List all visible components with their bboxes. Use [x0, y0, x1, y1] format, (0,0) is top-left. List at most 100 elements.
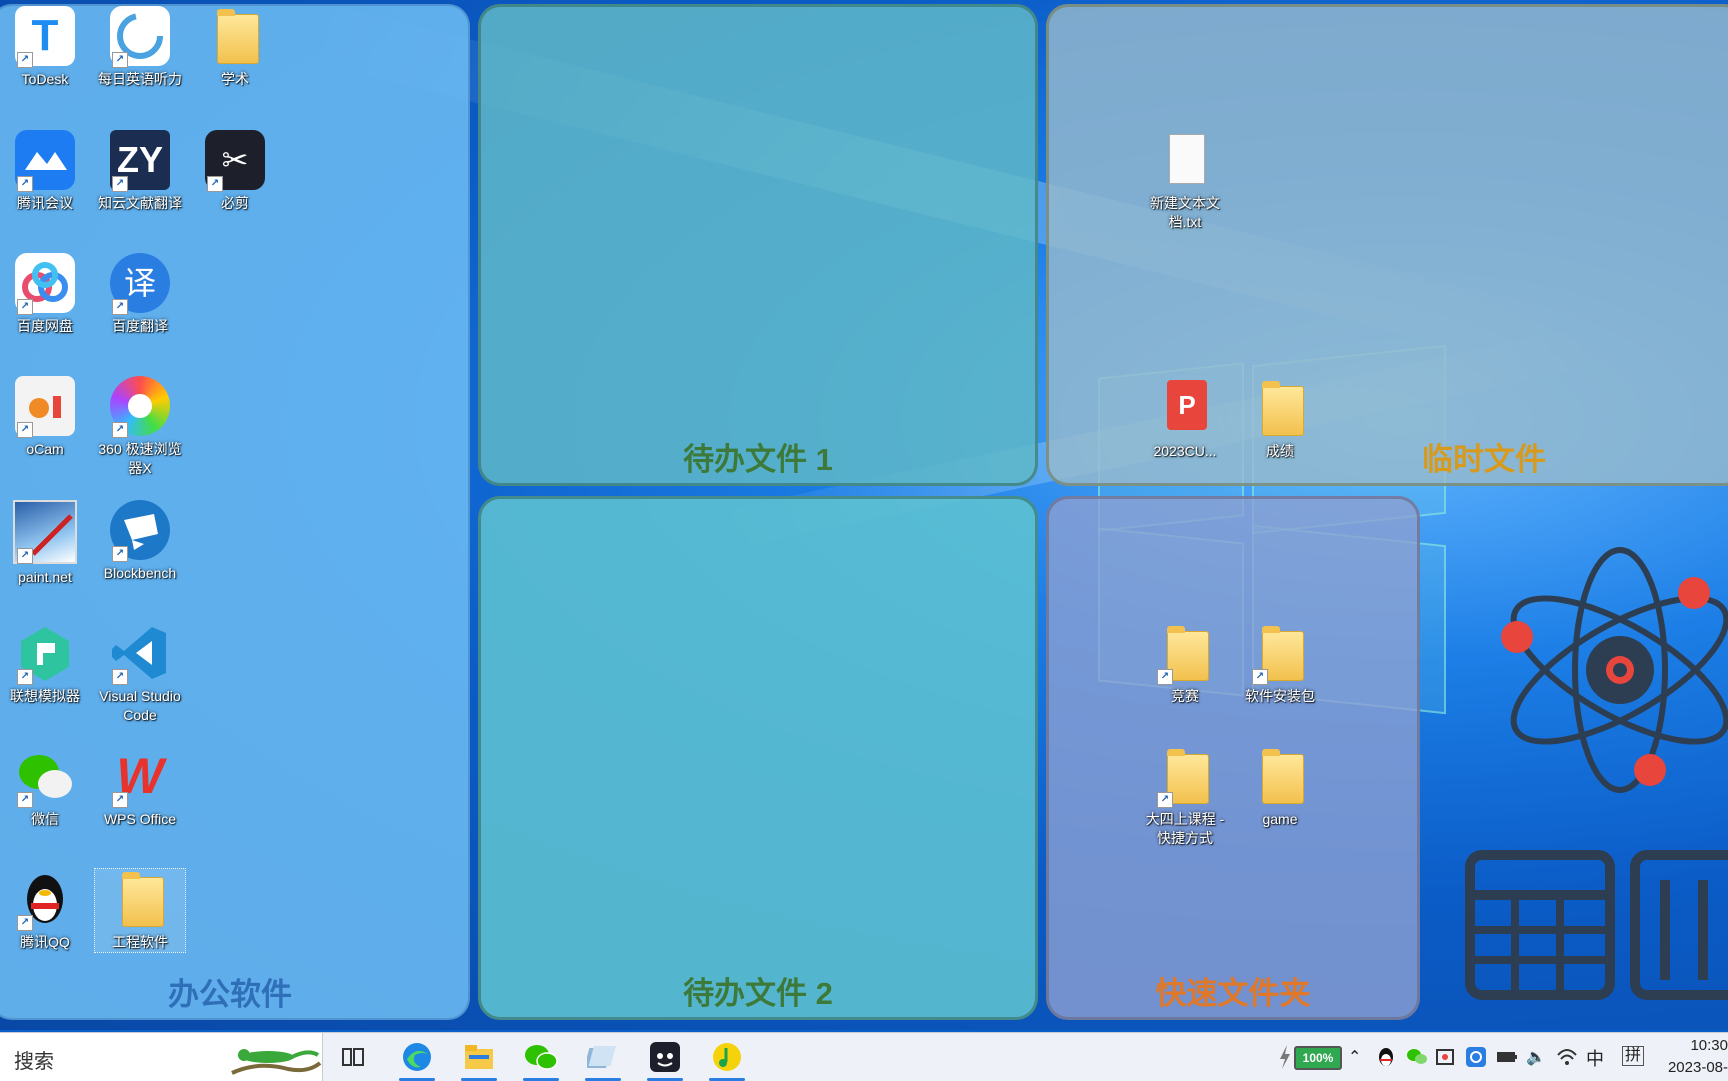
lenovo-emulator-label: 联想模拟器: [10, 688, 80, 704]
game-folder-icon: [1250, 746, 1310, 806]
taskbar-bijian-button[interactable]: [642, 1039, 688, 1081]
browser-360-icon: ↗: [110, 376, 170, 438]
fence-todo1[interactable]: 待办文件 1: [478, 4, 1038, 486]
ime-mode-indicator[interactable]: 拼: [1622, 1046, 1645, 1066]
shortcut-arrow-icon: ↗: [207, 176, 223, 192]
folder-icon: [1167, 749, 1209, 804]
browser-360-shortcut[interactable]: ↗ 360 极速浏览器X: [95, 376, 185, 478]
battery-indicator[interactable]: 100%: [1294, 1046, 1342, 1070]
browser-360-label: 360 极速浏览器X: [98, 441, 182, 476]
wps-shortcut[interactable]: W ↗ WPS Office: [95, 746, 185, 829]
shortcut-arrow-icon: ↗: [17, 422, 33, 438]
bijian-icon: [650, 1042, 680, 1072]
grades-folder-icon: [1250, 378, 1310, 438]
lenovo-emulator-icon: ↗: [15, 623, 75, 685]
charging-icon: [1280, 1045, 1290, 1069]
ocam-icon: ↗: [15, 376, 75, 438]
fence-title-todo1: 待办文件 1: [683, 442, 833, 477]
software-package-shortcut[interactable]: ↗ 软件安装包: [1235, 623, 1325, 706]
wechat-icon: [525, 1045, 558, 1070]
tencent-meeting-shortcut[interactable]: ↗ 腾讯会议: [0, 130, 90, 213]
academic-folder-label: 学术: [221, 71, 249, 87]
table-icon-decoration: [1465, 850, 1615, 1000]
task-view-icon: [342, 1048, 364, 1066]
fence-title-quick: 快速文件夹: [1155, 976, 1311, 1011]
software-package-icon: ↗: [1250, 623, 1310, 685]
vscode-label: Visual Studio Code: [99, 688, 181, 723]
fence-todo2[interactable]: 待办文件 2: [478, 496, 1038, 1020]
fence-quick[interactable]: 快速文件夹: [1046, 496, 1420, 1020]
bijian-label: 必剪: [221, 195, 249, 211]
shortcut-arrow-icon: ↗: [112, 176, 128, 192]
screenshot-tray-icon[interactable]: [1436, 1047, 1456, 1067]
baidu-pan-icon: ↗: [15, 253, 75, 315]
shortcut-arrow-icon: ↗: [112, 52, 128, 68]
ocam-label: oCam: [26, 441, 64, 457]
lenovo-emulator-shortcut[interactable]: ↗ 联想模拟器: [0, 623, 90, 706]
taskbar-edge-button[interactable]: [394, 1039, 440, 1081]
wechat-icon: ↗: [15, 746, 75, 808]
battery-percent: 100%: [1302, 1051, 1334, 1065]
wifi-icon[interactable]: [1556, 1047, 1578, 1067]
taskbar-notepad-button[interactable]: [580, 1039, 626, 1081]
shortcut-arrow-icon: ↗: [17, 548, 33, 564]
pdf-2023-file[interactable]: P 2023CU...: [1140, 378, 1230, 461]
game-folder-label: game: [1262, 811, 1298, 827]
baidu-fanyi-icon: 译 ↗: [110, 253, 170, 315]
wechat-tray-icon[interactable]: [1406, 1047, 1428, 1067]
academic-folder-icon: [205, 6, 265, 66]
todesk-shortcut[interactable]: T ↗ ToDesk: [0, 6, 90, 89]
baidu-pan-shortcut[interactable]: ↗ 百度网盘: [0, 253, 90, 336]
clock-time: 10:30: [1690, 1037, 1728, 1054]
shortcut-arrow-icon: ↗: [1157, 792, 1173, 808]
taskbar-explorer-button[interactable]: [456, 1039, 502, 1081]
show-hidden-icons-button[interactable]: ⌃: [1348, 1047, 1361, 1067]
ocam-shortcut[interactable]: ↗ oCam: [0, 376, 90, 459]
file-explorer-icon: [465, 1045, 493, 1069]
vscode-shortcut[interactable]: ↗ Visual Studio Code: [95, 623, 185, 725]
qq-shortcut[interactable]: ↗ 腾讯QQ: [0, 869, 90, 952]
clock-date: 2023-08-: [1667, 1059, 1728, 1076]
senior-course-shortcut[interactable]: ↗ 大四上课程 - 快捷方式: [1140, 746, 1230, 848]
tencent-meeting-icon: ↗: [15, 130, 75, 192]
sliders-icon-decoration: [1630, 850, 1728, 1000]
game-folder[interactable]: game: [1235, 746, 1325, 829]
taskbar: 搜索 100% ⌃ 🔈 中 拼 10:30 2023-08-: [0, 1032, 1728, 1081]
qq-tray-icon[interactable]: [1377, 1047, 1395, 1067]
wechat-shortcut[interactable]: ↗ 微信: [0, 746, 90, 829]
todesk-icon: T ↗: [15, 6, 75, 68]
power-tray-icon[interactable]: [1496, 1049, 1518, 1065]
taskbar-wechat-button[interactable]: [518, 1039, 564, 1081]
new-text-file[interactable]: 新建文本文档.txt: [1140, 130, 1230, 232]
grades-folder-label: 成绩: [1266, 443, 1294, 459]
qq-icon: ↗: [15, 869, 75, 931]
academic-folder[interactable]: 学术: [190, 6, 280, 89]
task-view-button[interactable]: [330, 1039, 376, 1075]
zhiyun-shortcut[interactable]: ZY ↗ 知云文献翻译: [95, 130, 185, 213]
shortcut-arrow-icon: ↗: [112, 546, 128, 562]
blockbench-shortcut[interactable]: ↗ Blockbench: [95, 500, 185, 583]
ime-language-indicator[interactable]: 中: [1586, 1045, 1604, 1071]
baidu-pan-tray-icon[interactable]: [1466, 1047, 1486, 1067]
clock[interactable]: 10:30 2023-08-: [1660, 1035, 1728, 1079]
zhiyun-label: 知云文献翻译: [98, 195, 182, 211]
folder-icon: [1262, 626, 1304, 681]
search-box[interactable]: 搜索: [0, 1033, 323, 1081]
shortcut-arrow-icon: ↗: [17, 299, 33, 315]
volume-icon[interactable]: 🔈: [1526, 1047, 1546, 1067]
taskbar-qqmusic-button[interactable]: [704, 1039, 750, 1081]
contest-folder-shortcut[interactable]: ↗ 竞赛: [1140, 623, 1230, 706]
bijian-shortcut[interactable]: ✂ ↗ 必剪: [190, 130, 280, 213]
daily-english-shortcut[interactable]: ↗ 每日英语听力: [95, 6, 185, 89]
baidu-fanyi-shortcut[interactable]: 译 ↗ 百度翻译: [95, 253, 185, 336]
engineering-folder[interactable]: 工程软件: [94, 868, 186, 953]
blockbench-label: Blockbench: [103, 565, 177, 581]
baidu-pan-label: 百度网盘: [17, 318, 73, 334]
wechat-label: 微信: [31, 811, 59, 827]
new-text-file-label: 新建文本文档.txt: [1150, 195, 1220, 230]
grades-folder[interactable]: 成绩: [1235, 378, 1325, 461]
shortcut-arrow-icon: ↗: [17, 792, 33, 808]
zhiyun-icon: ZY ↗: [110, 130, 170, 192]
paintnet-shortcut[interactable]: ↗ paint.net: [0, 500, 90, 587]
folder-icon: [217, 9, 259, 64]
